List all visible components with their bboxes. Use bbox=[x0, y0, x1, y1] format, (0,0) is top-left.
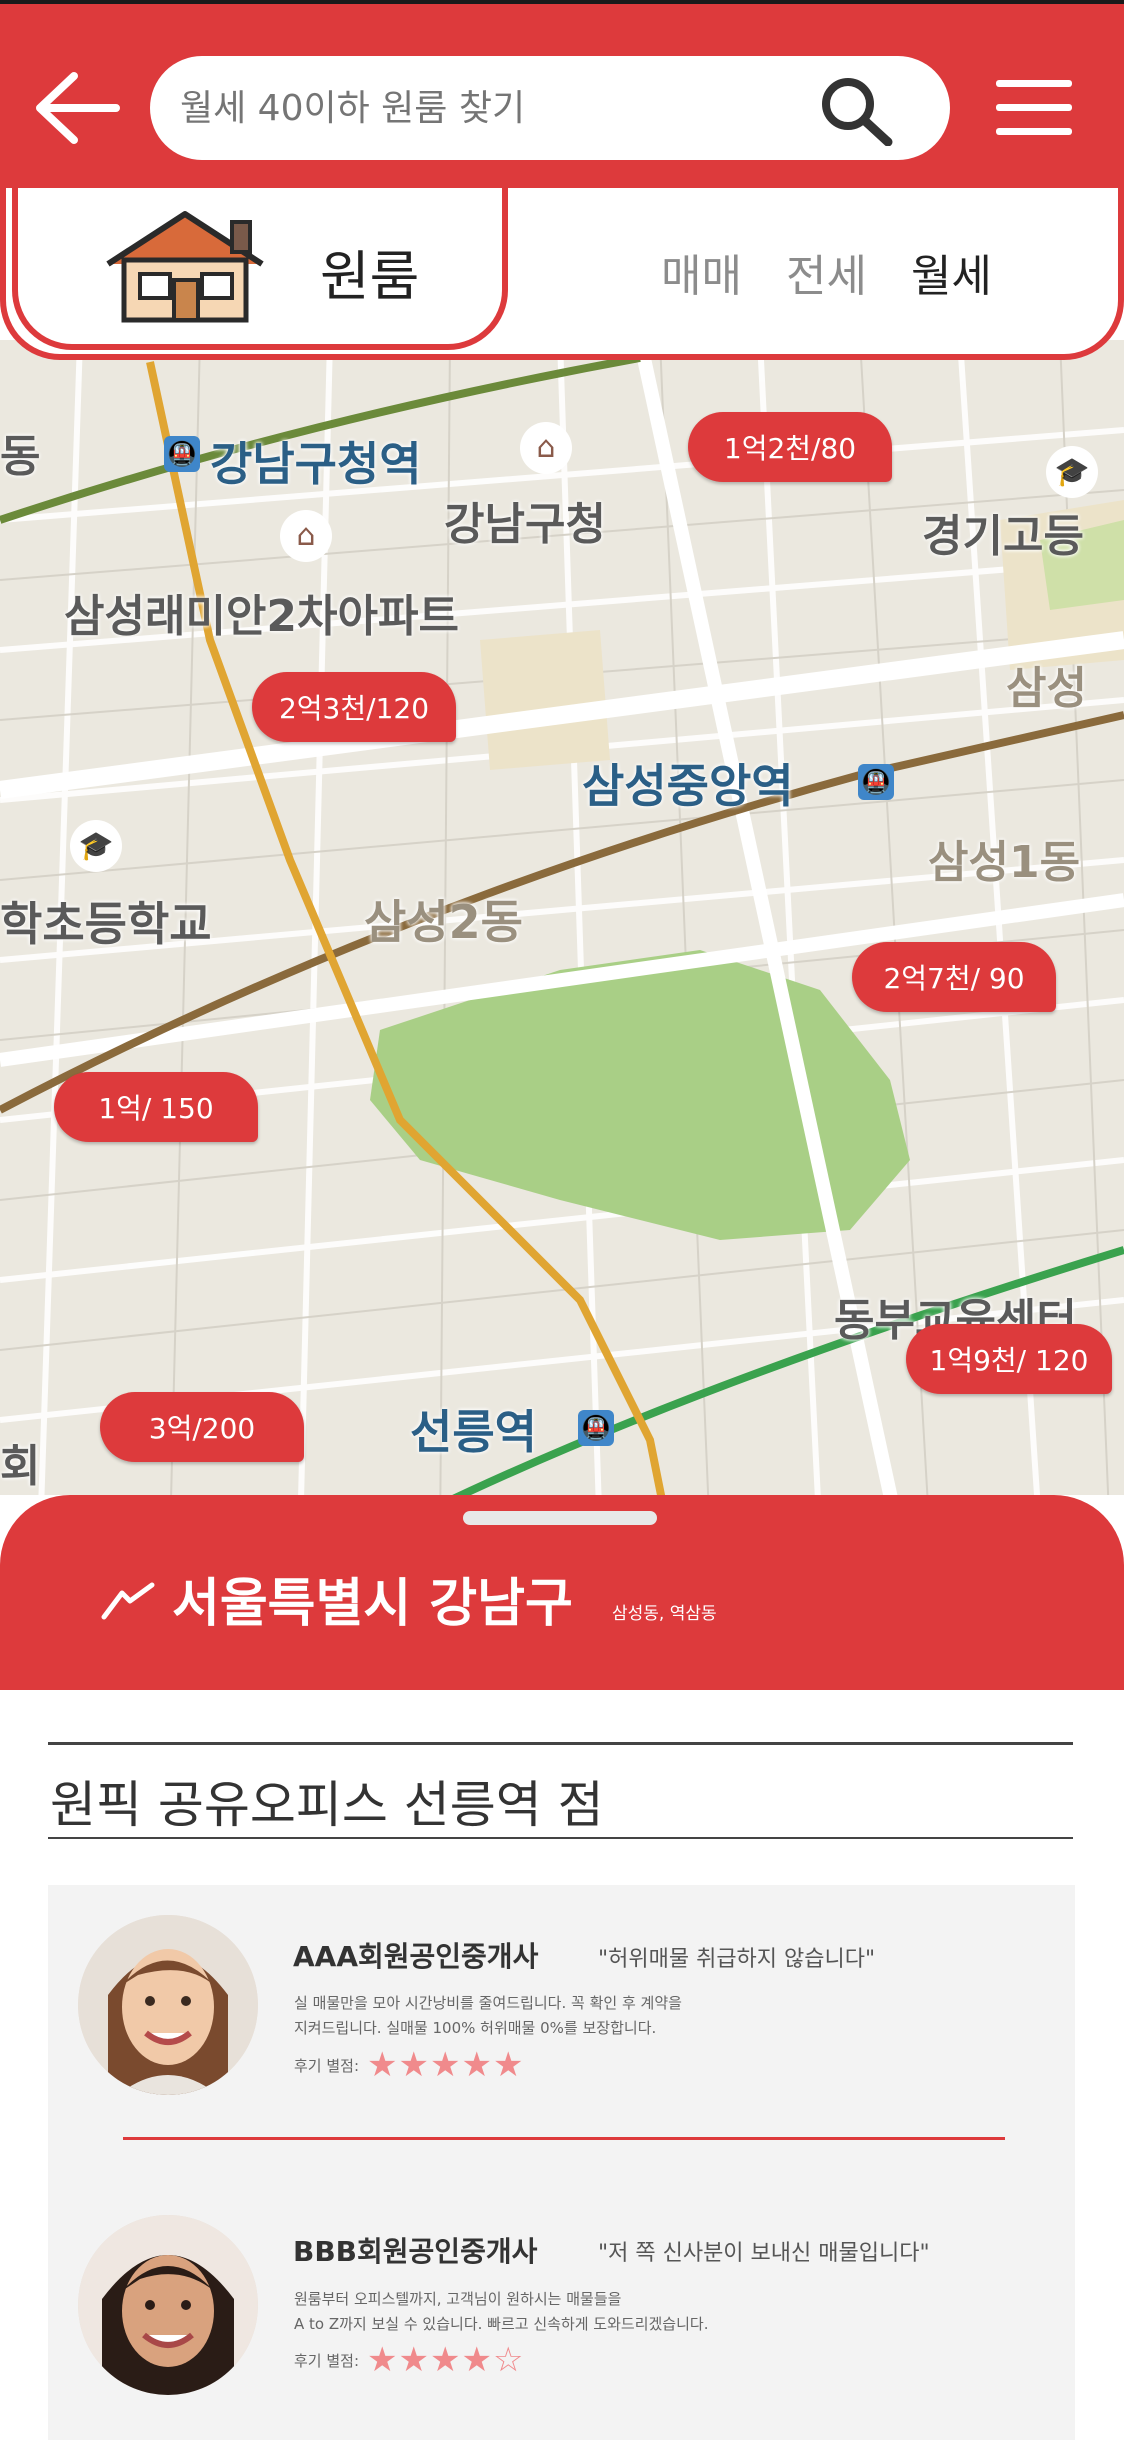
hamburger-menu-icon[interactable] bbox=[996, 80, 1076, 136]
tab-jeonse[interactable]: 전세 bbox=[786, 240, 867, 304]
agent-rating: 후기 별점: ★★★★★ bbox=[294, 2045, 524, 2085]
building-icon: ⌂ bbox=[520, 422, 572, 474]
avatar bbox=[78, 2215, 258, 2395]
search-input[interactable] bbox=[180, 56, 820, 160]
price-pin[interactable]: 2억3천/120 bbox=[252, 672, 456, 742]
drag-handle[interactable] bbox=[463, 1511, 657, 1525]
region-subtitle: 삼성동, 역삼동 bbox=[612, 1604, 717, 1624]
agent-description-line: 지켜드립니다. 실매물 100% 허위매물 0%를 보장합니다. bbox=[294, 2019, 657, 2037]
price-pin[interactable]: 1억/ 150 bbox=[54, 1072, 258, 1142]
price-pin[interactable]: 2억7천/ 90 bbox=[852, 942, 1056, 1012]
rating-label: 후기 별점: bbox=[294, 2056, 360, 2075]
avatar bbox=[78, 1915, 258, 2095]
app-header bbox=[0, 0, 1124, 200]
tab-monthly-rent[interactable]: 월세 bbox=[911, 240, 992, 304]
map-label-apartment: 삼성래미안2차아파트 bbox=[64, 591, 459, 642]
house-icon bbox=[106, 211, 264, 323]
property-category-selector[interactable]: 원룸 bbox=[12, 188, 508, 350]
card-divider bbox=[123, 2137, 1005, 2140]
divider-line bbox=[48, 1837, 1073, 1839]
agent-name: BBB회원공인중개사 bbox=[293, 2235, 538, 2268]
subway-icon: 🚇 bbox=[578, 1410, 614, 1446]
price-pin[interactable]: 1억9천/ 120 bbox=[906, 1324, 1112, 1394]
school-icon: 🎓 bbox=[1046, 446, 1098, 498]
map-label-school: 학초등학교 bbox=[0, 897, 212, 951]
tab-sale[interactable]: 매매 bbox=[661, 240, 742, 304]
search-icon[interactable] bbox=[818, 76, 894, 146]
price-pin[interactable]: 3억/200 bbox=[100, 1392, 304, 1462]
map-label-station: 삼성중앙역 bbox=[582, 759, 794, 813]
back-button[interactable] bbox=[34, 70, 124, 146]
map-label-area: 삼성2동 bbox=[364, 895, 523, 949]
agent-description: 원룸부터 오피스텔까지, 고객님이 원하시는 매물들을 A to Z까지 보실 … bbox=[294, 2287, 914, 2337]
map-label-area: 삼성1동 bbox=[928, 837, 1081, 888]
category-label: 원룸 bbox=[320, 245, 420, 308]
map-label-station: 선릉역 bbox=[410, 1405, 537, 1459]
building-icon: ⌂ bbox=[280, 510, 332, 562]
app-screen: 강남구청역 강남구청 삼성래미안2차아파트 삼성중앙역 경기고등 삼성 삼성1동… bbox=[0, 0, 1124, 2440]
rating-label: 후기 별점: bbox=[294, 2351, 360, 2370]
map-label-edge: 동 bbox=[0, 431, 41, 482]
agent-rating: 후기 별점: ★★★★☆ bbox=[294, 2340, 524, 2380]
agent-name: AAA회원공인중개사 bbox=[293, 1940, 539, 1973]
star-rating-icon: ★★★★★ bbox=[367, 2045, 525, 2085]
price-pin[interactable]: 1억2천/80 bbox=[688, 412, 892, 482]
agent-quote: "저 쪽 신사분이 보내신 매물입니다" bbox=[598, 2241, 930, 2266]
category-bar: 원룸 매매 전세 월세 bbox=[0, 188, 1124, 360]
star-rating-icon: ★★★★☆ bbox=[367, 2340, 525, 2380]
agent-quote: "허위매물 취급하지 않습니다" bbox=[598, 1947, 876, 1972]
agent-description: 실 매물만을 모아 시간낭비를 줄여드립니다. 꼭 확인 후 계약을 지켜드립니… bbox=[294, 1991, 834, 2041]
bottom-sheet: 서울특별시 강남구 삼성동, 역삼동 원픽 공유오피스 선릉역 점 AAA회원공… bbox=[0, 1495, 1124, 2440]
location-trend-icon bbox=[101, 1582, 155, 1620]
map-label-school: 경기고등 bbox=[922, 511, 1084, 562]
agent-description-line: 원룸부터 오피스텔까지, 고객님이 원하시는 매물들을 bbox=[294, 2290, 622, 2308]
divider-line bbox=[48, 1742, 1073, 1745]
subway-icon: 🚇 bbox=[858, 764, 894, 800]
deal-type-tabs: 매매 전세 월세 bbox=[661, 240, 992, 304]
search-bar[interactable] bbox=[150, 56, 950, 160]
map-view[interactable]: 강남구청역 강남구청 삼성래미안2차아파트 삼성중앙역 경기고등 삼성 삼성1동… bbox=[0, 340, 1124, 1540]
back-arrow-icon bbox=[36, 72, 120, 144]
region-title: 서울특별시 강남구 bbox=[172, 1574, 573, 1634]
map-label-area: 삼성 bbox=[1006, 663, 1087, 714]
map-label-station: 강남구청역 bbox=[210, 437, 422, 491]
map-label-district-office: 강남구청 bbox=[444, 499, 606, 550]
subway-icon: 🚇 bbox=[164, 436, 200, 472]
office-title: 원픽 공유오피스 선릉역 점 bbox=[50, 1776, 604, 1834]
school-icon: 🎓 bbox=[70, 820, 122, 872]
map-label-edge: 회 bbox=[0, 1441, 41, 1492]
agent-list: AAA회원공인중개사 "허위매물 취급하지 않습니다" 실 매물만을 모아 시간… bbox=[48, 1885, 1075, 2440]
sheet-header: 서울특별시 강남구 삼성동, 역삼동 bbox=[0, 1495, 1124, 1690]
agent-description-line: 실 매물만을 모아 시간낭비를 줄여드립니다. 꼭 확인 후 계약을 bbox=[294, 1994, 682, 2012]
agent-description-line: A to Z까지 보실 수 있습니다. 빠르고 신속하게 도와드리겠습니다. bbox=[294, 2315, 709, 2333]
